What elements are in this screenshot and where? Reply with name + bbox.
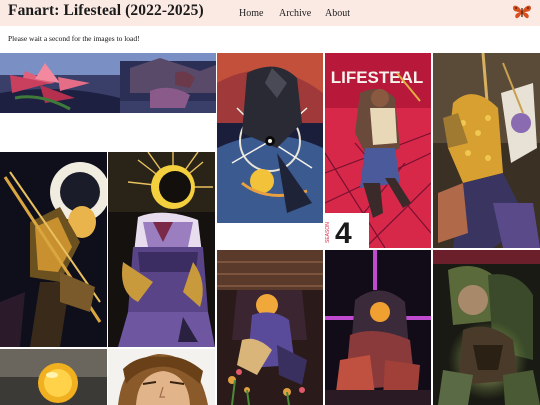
nav-archive-link[interactable]: Archive xyxy=(279,8,311,19)
gallery-image-knight-swords[interactable] xyxy=(0,152,107,347)
gallery-image-season4-poster[interactable]: LIFESTEAL SEASON 4 xyxy=(325,53,431,248)
butterfly-icon[interactable] xyxy=(512,4,532,20)
poster-season-number: 4 xyxy=(335,217,352,248)
gallery-image-portrait-face[interactable] xyxy=(108,349,215,405)
site-header: Fanart: Lifesteal (2022-2025) Home Archi… xyxy=(0,0,540,26)
gallery-image-flower-figure[interactable] xyxy=(217,250,323,405)
site-title[interactable]: Fanart: Lifesteal (2022-2025) xyxy=(8,2,204,20)
gallery-image-eclipse-figure[interactable] xyxy=(108,152,215,347)
poster-title-text: LIFESTEAL xyxy=(331,68,424,87)
gallery-image-patchwork-knight[interactable] xyxy=(433,53,540,248)
nav-about-link[interactable]: About xyxy=(325,8,350,19)
gallery-image-golden-orb[interactable] xyxy=(0,349,107,405)
gallery-image-lily-banner[interactable] xyxy=(0,53,216,113)
gallery-image-lantern-figure[interactable] xyxy=(433,250,540,405)
nav-home-link[interactable]: Home xyxy=(239,8,263,19)
gallery-image-purple-light-figure[interactable] xyxy=(325,250,431,405)
loading-notice: Please wait a second for the images to l… xyxy=(8,34,140,43)
poster-season-label: SEASON xyxy=(325,222,331,243)
gallery-image-dark-knight-orb[interactable] xyxy=(217,53,323,223)
